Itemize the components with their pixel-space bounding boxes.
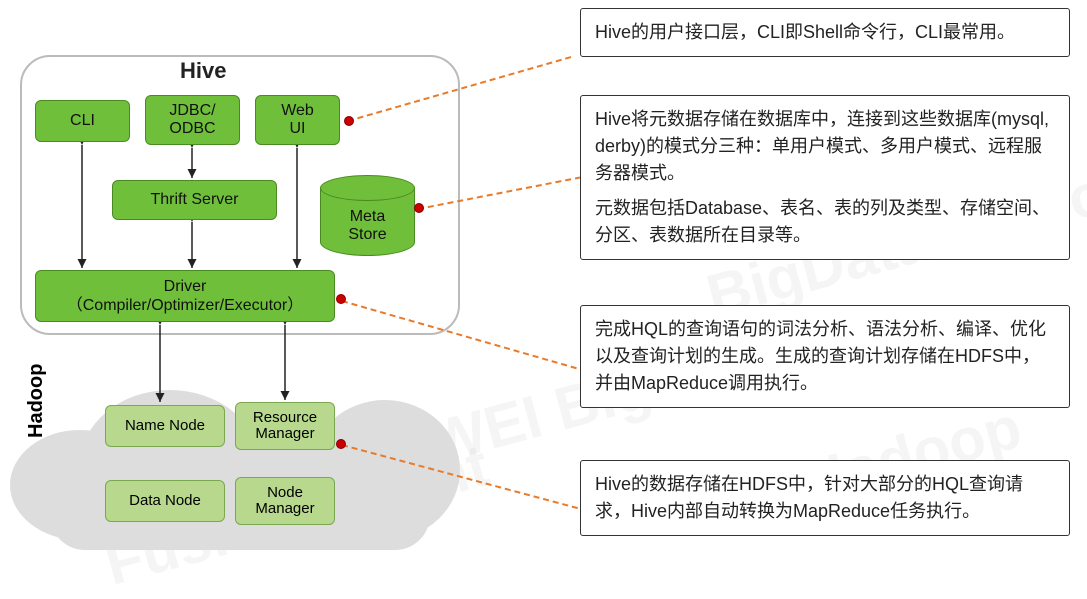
web-ui-box: Web UI xyxy=(255,95,340,145)
callout-metastore-p2: 元数据包括Database、表名、表的列及类型、存储空间、分区、表数据所在目录等… xyxy=(595,195,1055,249)
datanode-box: Data Node xyxy=(105,480,225,522)
driver-box: Driver （Compiler/Optimizer/Executor） xyxy=(35,270,335,322)
callout-metastore: Hive将元数据存储在数据库中，连接到这些数据库(mysql, derby)的模… xyxy=(580,95,1070,260)
callout-hadoop: Hive的数据存储在HDFS中，针对大部分的HQL查询请求，Hive内部自动转换… xyxy=(580,460,1070,536)
hive-title: Hive xyxy=(180,58,226,84)
callout-metastore-p1: Hive将元数据存储在数据库中，连接到这些数据库(mysql, derby)的模… xyxy=(595,106,1055,187)
connector-dot xyxy=(414,203,424,213)
thrift-server-box: Thrift Server xyxy=(112,180,277,220)
namenode-box: Name Node xyxy=(105,405,225,447)
metastore-label: Meta Store xyxy=(320,208,415,243)
callout-driver: 完成HQL的查询语句的词法分析、语法分析、编译、优化以及查询计划的生成。生成的查… xyxy=(580,305,1070,408)
connector-dot xyxy=(336,294,346,304)
cli-box: CLI xyxy=(35,100,130,142)
connector-dot xyxy=(344,116,354,126)
metastore-cylinder: Meta Store xyxy=(320,175,415,260)
nodemanager-box: Node Manager xyxy=(235,477,335,525)
hadoop-label: Hadoop xyxy=(25,364,48,438)
resourcemanager-box: Resource Manager xyxy=(235,402,335,450)
jdbc-odbc-box: JDBC/ ODBC xyxy=(145,95,240,145)
connector-dot xyxy=(336,439,346,449)
callout-cli: Hive的用户接口层，CLI即Shell命令行，CLI最常用。 xyxy=(580,8,1070,57)
